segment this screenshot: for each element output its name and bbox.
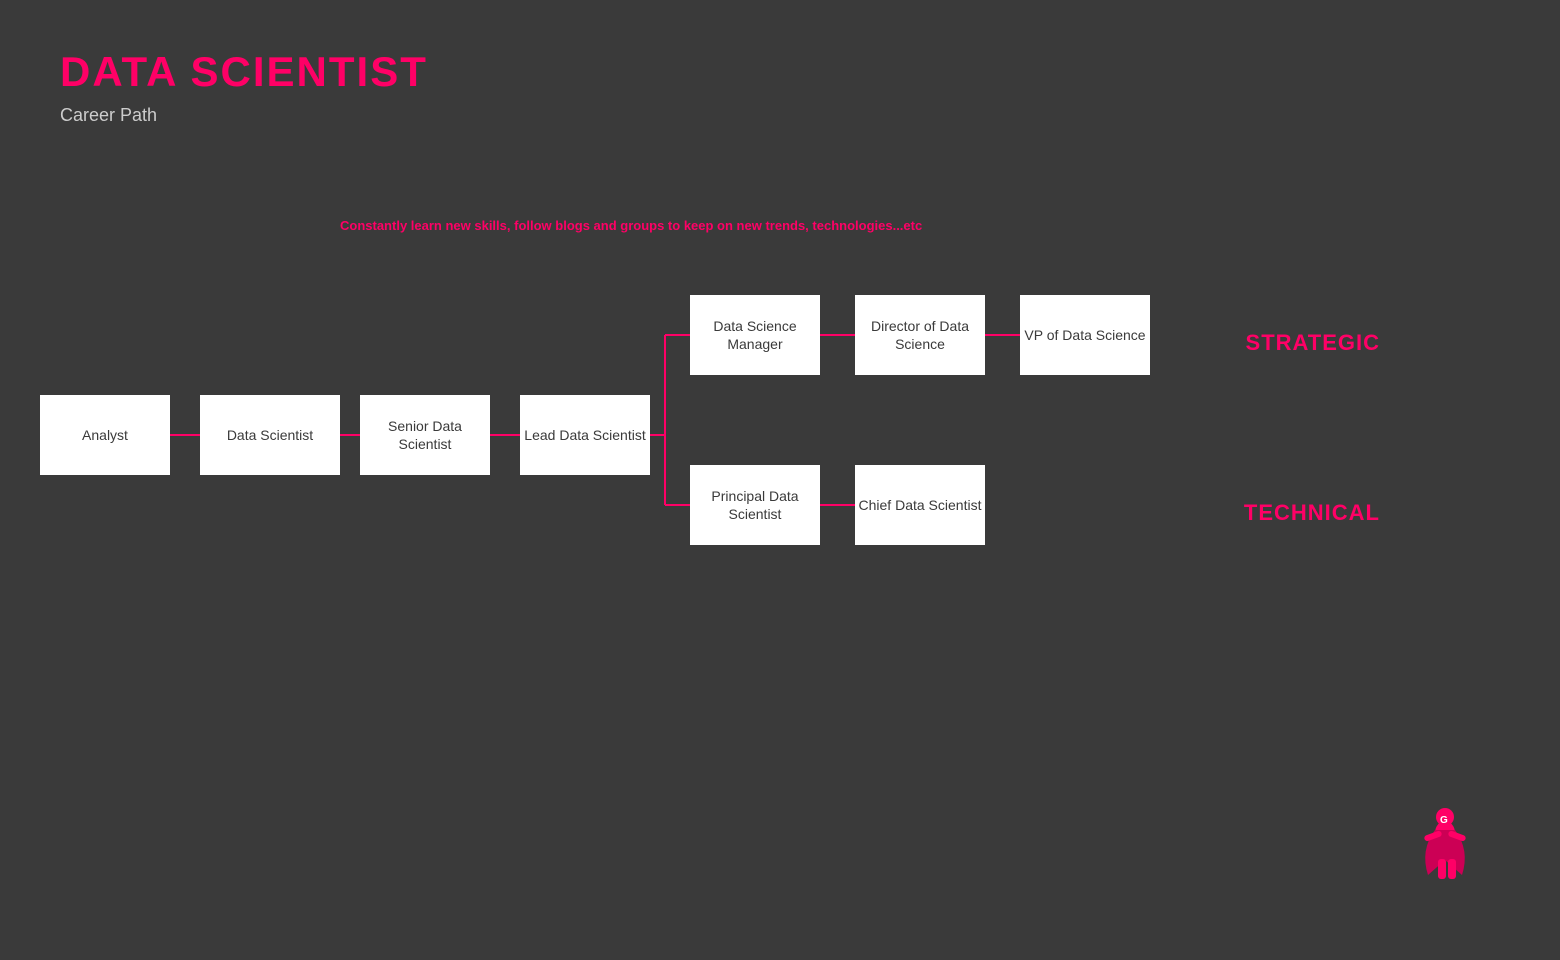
lead-data-scientist-box: Lead Data Scientist [520,395,650,475]
logo-area: G [1410,805,1480,900]
page-title: DATA SCIENTIST [60,48,428,96]
technical-label: TECHNICAL [1244,500,1380,526]
hero-logo-icon: G [1410,805,1480,895]
chief-data-scientist-box: Chief Data Scientist [855,465,985,545]
senior-data-scientist-box: Senior Data Scientist [360,395,490,475]
principal-data-scientist-box: Principal Data Scientist [690,465,820,545]
svg-text:G: G [1440,815,1448,826]
tagline-text: Constantly learn new skills, follow blog… [340,218,922,233]
director-of-data-science-box: Director of Data Science [855,295,985,375]
analyst-box: Analyst [40,395,170,475]
page-subtitle: Career Path [60,105,157,126]
data-scientist-box: Data Scientist [200,395,340,475]
strategic-label: STRATEGIC [1246,330,1380,356]
vp-of-data-science-box: VP of Data Science [1020,295,1150,375]
data-science-manager-box: Data Science Manager [690,295,820,375]
